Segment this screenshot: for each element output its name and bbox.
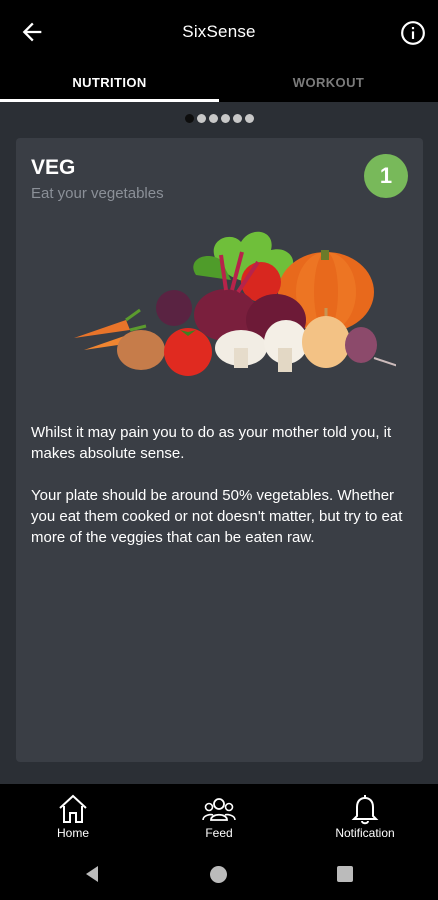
nav-feed[interactable]: Feed [146,784,292,850]
nav-home[interactable]: Home [0,784,146,850]
nutrition-card: VEG Eat your vegetables 1 Whilst it may … [16,138,423,762]
app-bar: SixSense [0,0,438,64]
card-subtitle: Eat your vegetables [31,185,164,202]
page-dot-2[interactable] [196,114,206,123]
info-circle-icon[interactable] [400,20,426,46]
recents-square-icon[interactable] [337,866,353,882]
arrow-left-icon[interactable] [18,18,46,46]
bell-icon [351,795,379,825]
vegetables-illustration [74,231,396,376]
nav-notification[interactable]: Notification [292,784,438,850]
home-circle-icon[interactable] [210,866,227,883]
page-indicator [0,114,438,123]
app-title: SixSense [182,22,256,41]
system-nav-bar [0,850,438,900]
card-title: VEG [31,156,76,179]
page-dot-4[interactable] [220,114,230,123]
page-dot-5[interactable] [232,114,242,123]
tab-nutrition[interactable]: NUTRITION [0,64,219,102]
card-paragraph-1: Whilst it may pain you to do as your mot… [31,424,392,462]
group-icon [202,798,236,821]
tab-nutrition-label: NUTRITION [72,75,147,90]
nav-notification-label: Notification [335,826,395,840]
card-body: Whilst it may pain you to do as your mot… [31,422,411,569]
content-area: VEG Eat your vegetables 1 Whilst it may … [0,102,438,784]
tab-bar: NUTRITION WORKOUT [0,64,438,102]
bottom-nav: Home Feed Notification [0,784,438,850]
tab-workout[interactable]: WORKOUT [219,64,438,102]
tab-workout-label: WORKOUT [292,75,365,90]
step-number-badge: 1 [364,154,408,198]
nav-feed-label: Feed [205,826,233,840]
page-dot-3[interactable] [208,114,218,123]
card-paragraph-2: Your plate should be around 50% vegetabl… [31,487,403,546]
page-dot-6[interactable] [244,114,254,123]
back-triangle-icon[interactable] [82,864,102,884]
page-dot-1[interactable] [184,114,194,123]
home-icon [59,794,87,823]
nav-home-label: Home [56,826,89,840]
